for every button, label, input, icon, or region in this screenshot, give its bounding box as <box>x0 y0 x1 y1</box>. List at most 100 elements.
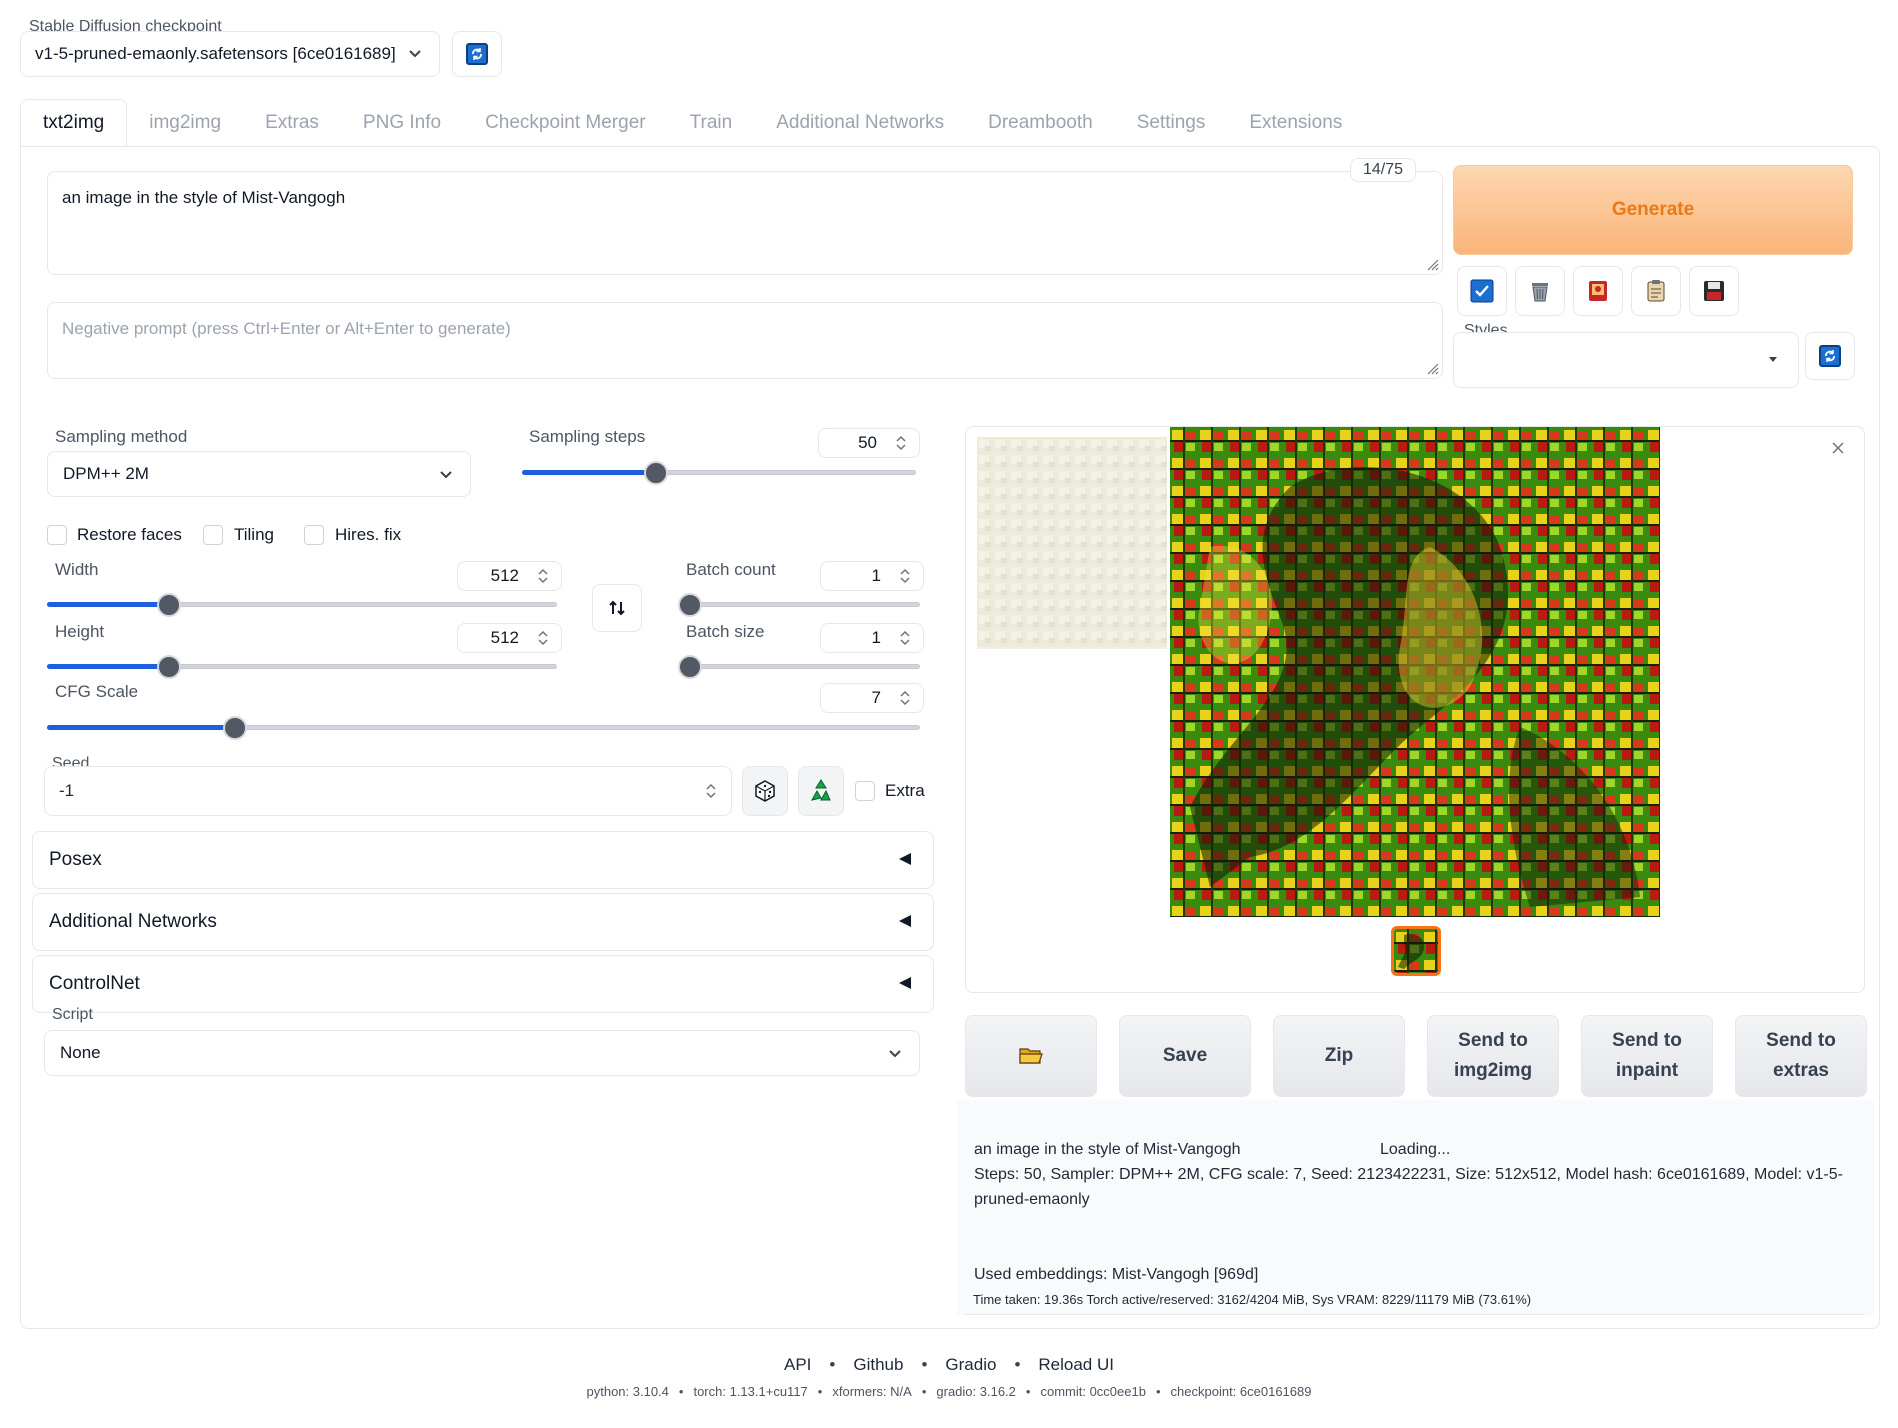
accordion-additional-networks[interactable]: Additional Networks <box>32 893 934 951</box>
width-label: Width <box>55 560 99 579</box>
slider-thumb[interactable] <box>643 461 668 485</box>
tab-settings[interactable]: Settings <box>1115 99 1228 147</box>
refresh-styles-button[interactable] <box>1805 332 1855 380</box>
tab-extensions[interactable]: Extensions <box>1227 99 1364 147</box>
slider-thumb[interactable] <box>222 716 247 740</box>
save-button[interactable]: Save <box>1119 1015 1251 1097</box>
footer-link-gradio[interactable]: Gradio <box>945 1355 996 1374</box>
swap-dimensions-button[interactable] <box>592 584 642 632</box>
send-to-extras-button[interactable]: Send to extras <box>1735 1015 1867 1097</box>
cfg-scale-value: 7 <box>871 688 881 707</box>
restore-faces-checkbox[interactable] <box>47 525 67 545</box>
seed-input[interactable]: -1 <box>44 766 732 816</box>
checkpoint-value: v1-5-pruned-emaonly.safetensors [6ce0161… <box>35 44 396 63</box>
footer-versions: python: 3.10.4 • torch: 1.13.1+cu117 • xform… <box>0 1384 1898 1399</box>
send-to-img2img-button[interactable]: Send to img2img <box>1427 1015 1559 1097</box>
random-seed-button[interactable] <box>742 766 788 816</box>
tab-img2img[interactable]: img2img <box>127 99 243 147</box>
height-input[interactable]: 512 <box>457 623 562 653</box>
open-folder-button[interactable] <box>965 1015 1097 1097</box>
batch-size-slider[interactable] <box>678 652 920 682</box>
tab-dreambooth[interactable]: Dreambooth <box>966 99 1115 147</box>
info-time: Time taken: 19.36s Torch active/reserved… <box>973 1292 1532 1307</box>
separator-dot: • <box>678 1384 684 1399</box>
extra-seed-label: Extra <box>885 781 925 800</box>
clipboard-icon <box>1647 280 1665 302</box>
tab-png-info[interactable]: PNG Info <box>341 99 463 147</box>
accordion-posex[interactable]: Posex <box>32 831 934 889</box>
clear-prompt-button[interactable] <box>1515 266 1565 316</box>
generated-image[interactable] <box>1170 427 1660 917</box>
button-label-line: Send to <box>1612 1030 1682 1051</box>
script-select[interactable]: None <box>44 1030 920 1076</box>
generate-button[interactable]: Generate <box>1453 165 1853 255</box>
cfg-scale-input[interactable]: 7 <box>820 683 924 713</box>
reuse-seed-button[interactable] <box>798 766 844 816</box>
close-icon[interactable] <box>1830 440 1846 456</box>
footer-link-api[interactable]: API <box>784 1355 811 1374</box>
sampling-method-select[interactable]: DPM++ 2M <box>47 451 471 497</box>
tab-checkpoint-merger[interactable]: Checkpoint Merger <box>463 99 668 147</box>
show-extra-networks-cards-button[interactable] <box>1573 266 1623 316</box>
send-to-inpaint-button[interactable]: Send to inpaint <box>1581 1015 1713 1097</box>
tab-train[interactable]: Train <box>668 99 755 147</box>
accordion-title: Additional Networks <box>49 911 217 932</box>
button-label-line: Send to <box>1766 1030 1836 1051</box>
batch-size-label: Batch size <box>686 622 765 641</box>
separator-dot: • <box>817 1384 823 1399</box>
save-style-button[interactable] <box>1689 266 1739 316</box>
sampling-steps-slider[interactable] <box>522 458 916 488</box>
zip-button[interactable]: Zip <box>1273 1015 1405 1097</box>
footer-link-github[interactable]: Github <box>853 1355 903 1374</box>
batch-count-input[interactable]: 1 <box>820 561 924 591</box>
resize-grip-icon[interactable] <box>1425 361 1439 375</box>
checkpoint-select[interactable]: v1-5-pruned-emaonly.safetensors [6ce0161… <box>20 31 440 77</box>
width-value: 512 <box>490 566 519 585</box>
gallery-thumbnail-selected[interactable] <box>1391 926 1441 976</box>
button-label-line: extras <box>1773 1060 1829 1081</box>
negative-prompt-input[interactable] <box>47 302 1443 379</box>
swap-arrows-icon <box>609 600 625 616</box>
accordion-controlnet[interactable]: ControlNet <box>32 955 934 1013</box>
refresh-checkpoint-button[interactable] <box>452 31 502 77</box>
apply-styles-button[interactable] <box>1631 266 1681 316</box>
folder-icon <box>1019 1048 1043 1064</box>
tab-extras[interactable]: Extras <box>243 99 341 147</box>
spinner-icon[interactable] <box>897 565 913 587</box>
tab-txt2img[interactable]: txt2img <box>20 99 128 147</box>
resize-grip-icon[interactable] <box>1425 257 1439 271</box>
refresh-icon <box>466 43 488 65</box>
batch-size-input[interactable]: 1 <box>820 623 924 653</box>
cfg-scale-label: CFG Scale <box>55 682 139 701</box>
sampling-steps-input[interactable]: 50 <box>818 428 920 458</box>
spinner-icon[interactable] <box>897 687 913 709</box>
spinner-icon[interactable] <box>535 627 551 649</box>
batch-count-slider[interactable] <box>678 590 920 620</box>
trash-icon <box>1532 283 1548 302</box>
prompt-input[interactable] <box>47 171 1443 275</box>
slider-thumb[interactable] <box>678 655 702 679</box>
slider-thumb[interactable] <box>157 593 182 617</box>
styles-select[interactable] <box>1453 332 1799 388</box>
spinner-icon[interactable] <box>535 565 551 587</box>
batch-size-value: 1 <box>871 628 881 647</box>
spinner-icon[interactable] <box>897 627 913 649</box>
slider-thumb[interactable] <box>678 593 702 617</box>
info-prompt: an image in the style of Mist-Vangogh <box>974 1141 1241 1158</box>
cfg-scale-slider[interactable] <box>47 713 920 743</box>
width-slider[interactable] <box>47 590 557 620</box>
width-input[interactable]: 512 <box>457 561 562 591</box>
extra-seed-checkbox[interactable] <box>855 781 875 801</box>
tiling-checkbox[interactable] <box>203 525 223 545</box>
slider-track <box>690 602 920 607</box>
slider-thumb[interactable] <box>157 655 182 679</box>
info-params-line: Steps: 50, Sampler: DPM++ 2M, CFG scale:… <box>974 1166 1843 1183</box>
footer-link-reload-ui[interactable]: Reload UI <box>1038 1355 1114 1374</box>
batch-count-value: 1 <box>871 566 881 585</box>
height-slider[interactable] <box>47 652 557 682</box>
tab-additional-networks[interactable]: Additional Networks <box>754 99 966 147</box>
spinner-icon[interactable] <box>703 780 719 802</box>
show-extra-networks-button[interactable] <box>1457 266 1507 316</box>
spinner-icon[interactable] <box>893 432 909 454</box>
hires-fix-checkbox[interactable] <box>304 525 324 545</box>
